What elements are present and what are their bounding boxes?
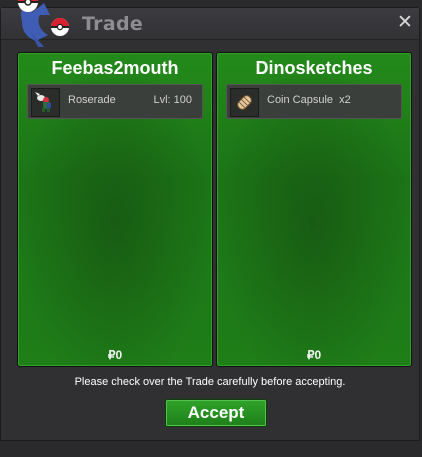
left-trade-panel: Feebas2mouth Roserade Lvl: 100 ₽0	[17, 52, 213, 367]
left-trainer-name: Feebas2mouth	[51, 58, 179, 78]
coin-capsule-icon	[230, 88, 259, 117]
right-money: ₽0	[306, 348, 322, 362]
trade-window: Trade ✕ Feebas2mouth Roserade Lvl: 100 ₽…	[0, 7, 420, 441]
right-trade-panel: Dinosketches Coin Capsule x2 ₽0	[216, 52, 412, 367]
trade-notice: Please check over the Trade carefully be…	[74, 376, 346, 388]
right-trade-item[interactable]: Coin Capsule x2	[226, 84, 402, 119]
pokeball-logo-icon	[18, 0, 69, 47]
close-icon[interactable]: ✕	[395, 12, 415, 32]
roserade-sprite-icon	[31, 88, 60, 117]
accept-button[interactable]: Accept	[165, 399, 267, 427]
left-item-name: Roserade	[68, 94, 116, 106]
right-item-name: Coin Capsule x2	[267, 94, 351, 106]
window-title: Trade	[82, 13, 144, 35]
right-trainer-name: Dinosketches	[255, 58, 373, 78]
left-money: ₽0	[107, 348, 123, 362]
left-item-level: Lvl: 100	[153, 94, 192, 106]
left-trade-item[interactable]: Roserade Lvl: 100	[27, 84, 203, 119]
